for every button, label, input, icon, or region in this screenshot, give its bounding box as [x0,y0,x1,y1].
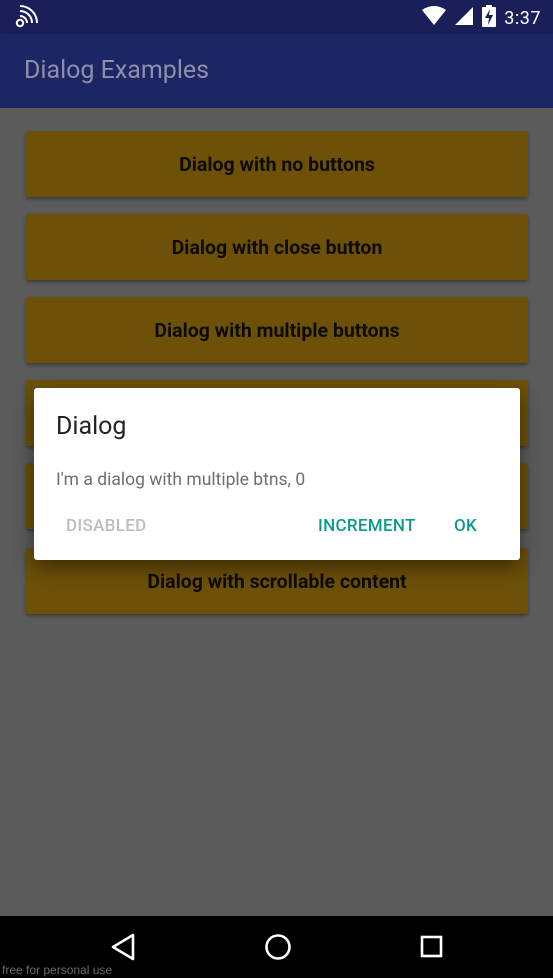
dialog: Dialog I'm a dialog with multiple btns, … [34,388,520,560]
recents-icon[interactable] [420,933,444,965]
back-icon[interactable] [110,933,136,965]
dialog-close-button-button[interactable]: Dialog with close button [26,214,528,280]
clock: 3:37 [504,7,541,29]
home-icon[interactable] [264,933,292,965]
increment-button[interactable]: INCREMENT [318,516,416,536]
disabled-button: DISABLED [66,516,147,536]
app-title: Dialog Examples [24,56,210,85]
watermark-text: free for personal use [2,963,113,977]
cast-icon [14,5,40,35]
ok-button[interactable]: OK [454,516,477,536]
app-bar: Dialog Examples [0,34,553,108]
battery-charging-icon [482,5,497,31]
signal-icon [454,6,474,30]
wifi-icon [422,6,447,30]
dialog-multiple-buttons-button[interactable]: Dialog with multiple buttons [26,297,528,363]
status-bar: 3:37 [0,0,553,34]
dialog-title: Dialog [56,412,127,441]
dialog-no-buttons-button[interactable]: Dialog with no buttons [26,131,528,197]
dialog-message: I'm a dialog with multiple btns, 0 [56,470,306,490]
